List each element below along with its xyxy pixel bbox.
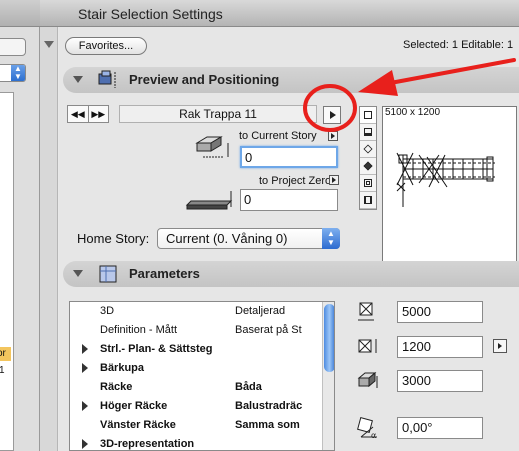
preview-section-title: Preview and Positioning [129, 72, 280, 87]
view-3d-button[interactable] [360, 158, 376, 175]
length-input[interactable]: 5000 [397, 301, 483, 323]
left-panel-highlight: or [0, 347, 11, 361]
cube-solid-icon [363, 161, 373, 171]
rotation-angle-icon: α [357, 417, 377, 439]
height-icon [357, 371, 378, 388]
disclosure-triangle-icon[interactable] [73, 270, 83, 277]
width-icon [358, 339, 377, 353]
project-zero-elevation-icon [185, 191, 233, 210]
detail-view-icon [364, 196, 372, 204]
parameters-section-title: Parameters [129, 266, 200, 281]
parameters-table: 3D Detaljerad Definition - Mått Baserat … [69, 301, 335, 451]
window-titlebar: Stair Selection Settings [40, 0, 519, 27]
length-icon [358, 302, 374, 321]
parameter-row[interactable]: Höger Räcke Balustradräc [70, 397, 322, 416]
current-story-elevation-icon [195, 136, 229, 158]
stair-name-field: Rak Trappa 11 [119, 105, 317, 123]
parameter-value: Båda [235, 381, 262, 393]
parameter-row[interactable]: Räcke Båda [70, 378, 322, 397]
left-panel-number: 1 [0, 365, 5, 376]
view-plan-button[interactable] [360, 107, 376, 124]
svg-text:α: α [371, 431, 376, 439]
section-view-icon [364, 128, 372, 136]
rotation-angle-input[interactable]: 0,00° [397, 417, 483, 439]
parameter-row[interactable]: Definition - Mått Baserat på St [70, 321, 322, 340]
view-section-button[interactable] [360, 124, 376, 141]
disclosure-triangle-icon[interactable] [73, 76, 83, 83]
selection-info: Selected: 1 Editable: 1 [403, 39, 514, 51]
to-current-story-label: to Current Story [239, 130, 317, 142]
parameters-section-header[interactable]: Parameters [63, 261, 519, 287]
parameter-row[interactable]: 3D-representation [70, 435, 322, 450]
parameters-icon [99, 265, 117, 283]
parameter-name: Bärkupa [100, 362, 145, 374]
parameter-name: Höger Räcke [100, 400, 168, 412]
view-list-button[interactable] [360, 175, 376, 192]
left-panel-select[interactable]: ▲ ▼ [0, 64, 26, 82]
collapse-triangle-icon [44, 41, 54, 48]
current-story-option-button[interactable] [328, 131, 338, 141]
project-zero-elevation-input[interactable]: 0 [240, 189, 338, 211]
expand-triangle-icon[interactable] [82, 439, 88, 449]
cube-wire-icon [363, 144, 373, 154]
parameter-name: Strl.- Plan- & Sättsteg [100, 343, 213, 355]
parameter-name: 3D [100, 305, 115, 317]
select-arrows-icon: ▲ ▼ [11, 65, 25, 81]
stair-plan-drawing [396, 152, 495, 207]
home-story-value: Current (0. Våning 0) [166, 231, 288, 246]
favorites-button[interactable]: Favorites... [65, 37, 147, 55]
panel-splitter[interactable] [40, 27, 58, 451]
library-nav-buttons: ◀◀ ▶▶ [67, 105, 109, 123]
view-3d-wire-button[interactable] [360, 141, 376, 158]
play-triangle-icon [330, 111, 336, 119]
parameter-name: Vänster Räcke [100, 419, 176, 431]
width-option-button[interactable] [493, 339, 507, 353]
scrollbar-thumb[interactable] [324, 304, 334, 372]
preview-positioning-icon [98, 70, 116, 88]
left-panel-list[interactable]: or 1 [0, 92, 14, 451]
parameter-name: Definition - Mått [100, 324, 178, 336]
left-panel-titlebar [0, 0, 40, 27]
left-panel-button[interactable] [0, 38, 26, 56]
next-item-button[interactable]: ▶▶ [89, 106, 109, 122]
stair-preview: 5100 x 1200 [382, 106, 517, 264]
parameter-row[interactable]: Bärkupa [70, 359, 322, 378]
select-arrows-icon: ▲ ▼ [322, 228, 340, 249]
to-project-zero-label: to Project Zero [259, 175, 332, 187]
parameter-value: Samma som [235, 419, 300, 431]
view-detail-button[interactable] [360, 192, 376, 209]
plan-view-icon [364, 111, 372, 119]
parameters-scrollbar[interactable] [322, 302, 334, 450]
parameter-value: Balustradräc [235, 400, 303, 412]
previous-item-button[interactable]: ◀◀ [68, 106, 89, 122]
preview-section-header[interactable]: Preview and Positioning [63, 67, 519, 93]
parameter-value: Detaljerad [235, 305, 286, 317]
project-zero-option-button[interactable] [329, 175, 339, 185]
settings-panel: Favorites... Selected: 1 Editable: 1 Pre… [59, 27, 519, 451]
expand-triangle-icon[interactable] [82, 363, 88, 373]
expand-triangle-icon[interactable] [82, 401, 88, 411]
left-panel: ▲▼ or 1 [0, 0, 40, 451]
parameter-name: 3D-representation [100, 438, 195, 450]
current-story-elevation-input[interactable]: 0 [240, 146, 338, 168]
list-view-icon [364, 179, 372, 187]
expand-triangle-icon[interactable] [82, 344, 88, 354]
more-options-button[interactable] [323, 106, 341, 124]
home-story-select[interactable]: Current (0. Våning 0) ▲ ▼ [157, 228, 340, 249]
parameter-row[interactable]: 3D Detaljerad [70, 302, 322, 321]
parameter-name: Räcke [100, 381, 133, 393]
width-input[interactable]: 1200 [397, 336, 483, 358]
home-story-label: Home Story: [77, 231, 150, 246]
parameter-row[interactable]: Strl.- Plan- & Sättsteg [70, 340, 322, 359]
height-input[interactable]: 3000 [397, 370, 483, 392]
parameter-row[interactable]: Vänster Räcke Samma som [70, 416, 322, 435]
parameter-value: Baserat på St [235, 324, 302, 336]
window-title: Stair Selection Settings [78, 6, 223, 22]
preview-view-selector [359, 106, 377, 210]
